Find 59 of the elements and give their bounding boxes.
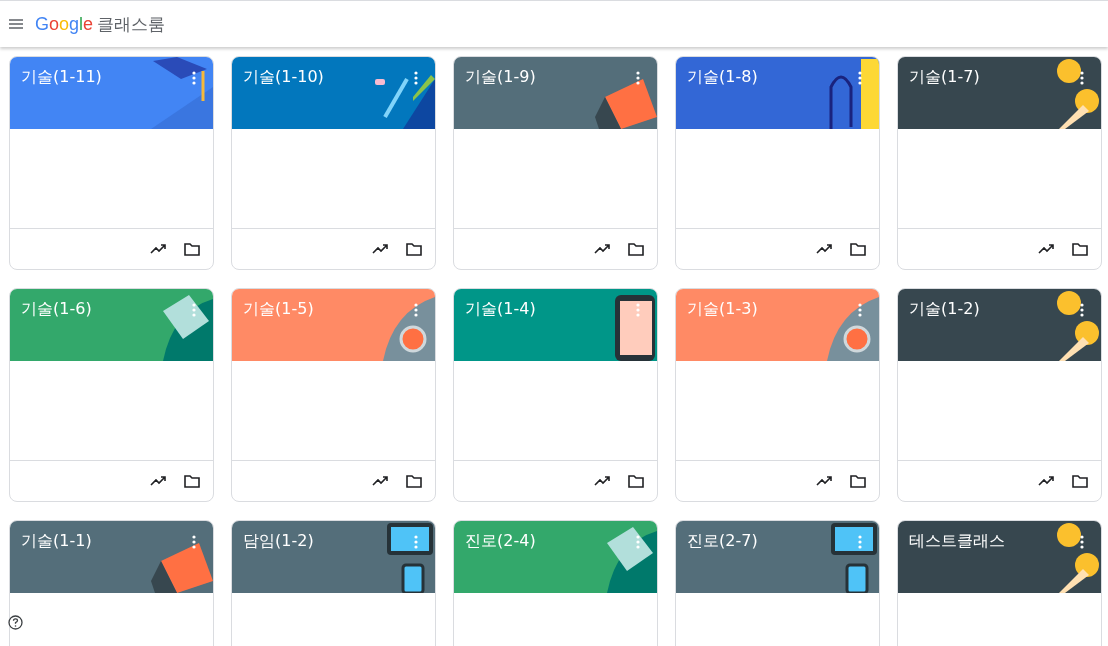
folder-icon[interactable]: [184, 474, 200, 488]
more-options-icon[interactable]: [192, 535, 196, 549]
more-options-icon[interactable]: [414, 71, 418, 85]
class-card[interactable]: 담임(1-2): [231, 520, 436, 646]
help-icon[interactable]: [8, 615, 23, 630]
trending-up-icon[interactable]: [594, 244, 610, 254]
class-name[interactable]: 기술(1-9): [465, 67, 536, 88]
trending-up-icon[interactable]: [816, 476, 832, 486]
more-options-icon[interactable]: [192, 71, 196, 85]
trending-up-icon[interactable]: [816, 244, 832, 254]
class-card[interactable]: 기술(1-9): [453, 56, 658, 270]
class-card[interactable]: 기술(1-4): [453, 288, 658, 502]
folder-icon[interactable]: [850, 242, 866, 256]
trending-up-icon[interactable]: [1038, 476, 1054, 486]
class-name[interactable]: 기술(1-4): [465, 299, 536, 320]
class-name[interactable]: 기술(1-7): [909, 67, 980, 88]
product-name[interactable]: 클래스룸: [97, 12, 166, 36]
class-name[interactable]: 기술(1-1): [21, 531, 92, 552]
folder-icon[interactable]: [1072, 242, 1088, 256]
class-name[interactable]: 기술(1-11): [21, 67, 102, 88]
folder-icon[interactable]: [1072, 474, 1088, 488]
more-options-icon[interactable]: [1080, 71, 1084, 85]
class-card[interactable]: 기술(1-2): [897, 288, 1102, 502]
folder-icon[interactable]: [628, 474, 644, 488]
class-card[interactable]: 진로(2-7): [675, 520, 880, 646]
google-logo[interactable]: Google: [35, 13, 94, 35]
more-options-icon[interactable]: [636, 71, 640, 85]
class-name[interactable]: 테스트클래스: [909, 531, 1005, 552]
class-name[interactable]: 기술(1-2): [909, 299, 980, 320]
class-card[interactable]: 기술(1-6): [9, 288, 214, 502]
class-name[interactable]: 기술(1-6): [21, 299, 92, 320]
class-card[interactable]: 기술(1-1): [9, 520, 214, 646]
class-card[interactable]: 기술(1-10): [231, 56, 436, 270]
class-name[interactable]: 진로(2-4): [465, 531, 536, 552]
folder-icon[interactable]: [184, 242, 200, 256]
trending-up-icon[interactable]: [150, 476, 166, 486]
class-name[interactable]: 기술(1-8): [687, 67, 758, 88]
trending-up-icon[interactable]: [150, 244, 166, 254]
class-card[interactable]: 테스트클래스: [897, 520, 1102, 646]
more-options-icon[interactable]: [1080, 535, 1084, 549]
trending-up-icon[interactable]: [1038, 244, 1054, 254]
folder-icon[interactable]: [850, 474, 866, 488]
class-name[interactable]: 진로(2-7): [687, 531, 758, 552]
folder-icon[interactable]: [406, 242, 422, 256]
trending-up-icon[interactable]: [372, 476, 388, 486]
trending-up-icon[interactable]: [594, 476, 610, 486]
class-card[interactable]: 기술(1-11): [9, 56, 214, 270]
banner-illustration-drawing: [151, 57, 213, 129]
class-card[interactable]: 기술(1-7): [897, 56, 1102, 270]
more-options-icon[interactable]: [1080, 303, 1084, 317]
class-name[interactable]: 기술(1-10): [243, 67, 324, 88]
trending-up-icon[interactable]: [372, 244, 388, 254]
class-card[interactable]: 진로(2-4): [453, 520, 658, 646]
more-options-icon[interactable]: [858, 71, 862, 85]
folder-icon[interactable]: [406, 474, 422, 488]
class-name[interactable]: 담임(1-2): [243, 531, 314, 552]
folder-icon[interactable]: [628, 242, 644, 256]
menu-icon[interactable]: [9, 19, 23, 29]
class-card[interactable]: 기술(1-8): [675, 56, 880, 270]
